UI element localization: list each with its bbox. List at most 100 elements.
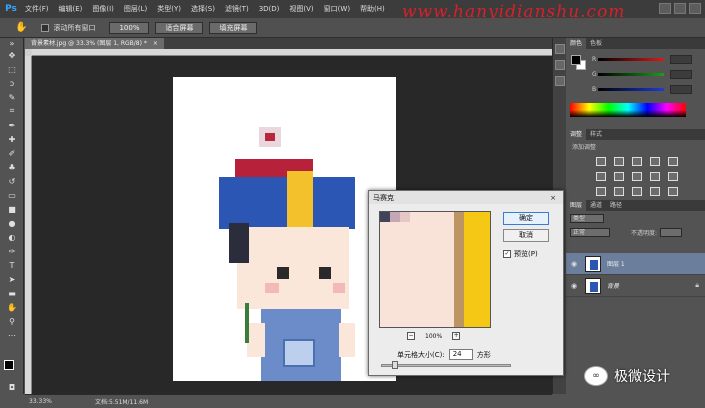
red-value-field[interactable] bbox=[670, 55, 692, 64]
dodge-tool-icon[interactable]: ◐ bbox=[0, 230, 24, 244]
dialog-close-icon[interactable]: × bbox=[547, 193, 559, 203]
zoom-tool-icon[interactable]: ⚲ bbox=[0, 314, 24, 328]
type-tool-icon[interactable]: T bbox=[0, 258, 24, 272]
layer-row[interactable]: ◉ 图层 1 bbox=[566, 253, 705, 275]
menu-3d[interactable]: 3D(D) bbox=[254, 5, 285, 13]
color-swatches[interactable] bbox=[4, 360, 20, 376]
quick-select-tool-icon[interactable]: ✎ bbox=[0, 90, 24, 104]
selective-color-icon[interactable] bbox=[668, 187, 678, 196]
close-window-icon[interactable] bbox=[689, 3, 701, 14]
clone-stamp-tool-icon[interactable]: ♣ bbox=[0, 160, 24, 174]
menu-image[interactable]: 图像(I) bbox=[87, 4, 119, 14]
brightness-icon[interactable] bbox=[596, 157, 606, 166]
mosaic-preview[interactable] bbox=[379, 211, 491, 328]
gradient-tool-icon[interactable]: ■ bbox=[0, 202, 24, 216]
tab-color[interactable]: 颜色 bbox=[566, 38, 587, 49]
document-tab-close-icon[interactable]: × bbox=[153, 40, 158, 47]
zoom-in-button[interactable]: + bbox=[452, 332, 461, 340]
gradient-map-icon[interactable] bbox=[650, 187, 660, 196]
menu-type[interactable]: 类型(Y) bbox=[152, 4, 186, 14]
properties-panel-icon[interactable] bbox=[555, 76, 565, 86]
color-balance-icon[interactable] bbox=[614, 172, 624, 181]
blend-mode-select[interactable]: 正常 bbox=[570, 227, 610, 237]
layer-row[interactable]: ◉ 背景 🔒︎ bbox=[566, 275, 705, 297]
pen-tool-icon[interactable]: ✑ bbox=[0, 244, 24, 258]
opacity-field[interactable] bbox=[660, 227, 683, 237]
layer-kind-filter[interactable]: 类型 bbox=[570, 213, 604, 223]
history-panel-icon[interactable] bbox=[555, 44, 565, 54]
more-tools-icon[interactable]: ⋯ bbox=[0, 328, 24, 342]
healing-brush-tool-icon[interactable]: ✚ bbox=[0, 132, 24, 146]
shape-tool-icon[interactable]: ▬ bbox=[0, 286, 24, 300]
tab-swatches[interactable]: 色板 bbox=[586, 38, 606, 49]
eye-icon[interactable]: ◉ bbox=[571, 260, 581, 268]
hand-icon[interactable]: ✋ bbox=[0, 300, 24, 314]
vibrance-icon[interactable] bbox=[668, 157, 678, 166]
blue-slider-row[interactable]: B bbox=[592, 85, 692, 94]
channel-mixer-icon[interactable] bbox=[668, 172, 678, 181]
document-image[interactable] bbox=[173, 77, 396, 381]
curves-icon[interactable] bbox=[632, 157, 642, 166]
cell-size-slider-thumb[interactable] bbox=[392, 361, 398, 369]
menu-filter[interactable]: 滤镜(T) bbox=[220, 4, 254, 14]
crop-tool-icon[interactable]: ⌗ bbox=[0, 104, 24, 118]
color-spectrum[interactable] bbox=[570, 103, 686, 117]
quick-mask-icon[interactable]: ◘ bbox=[0, 380, 24, 394]
menu-select[interactable]: 选择(S) bbox=[186, 4, 220, 14]
exposure-icon[interactable] bbox=[650, 157, 660, 166]
hue-saturation-icon[interactable] bbox=[596, 172, 606, 181]
levels-icon[interactable] bbox=[614, 157, 624, 166]
lasso-tool-icon[interactable]: ↄ bbox=[0, 76, 24, 90]
green-value-field[interactable] bbox=[670, 70, 692, 79]
fill-screen-button[interactable]: 填充屏幕 bbox=[209, 21, 258, 34]
black-white-icon[interactable] bbox=[632, 172, 642, 181]
move-tool-icon[interactable]: ✥ bbox=[0, 48, 24, 62]
cancel-button[interactable]: 取消 bbox=[503, 229, 549, 242]
document-tab[interactable]: 背景素材.jpg @ 33.3% (图层 1, RGB/8) * × bbox=[25, 38, 164, 49]
menu-layer[interactable]: 图层(L) bbox=[119, 4, 152, 14]
menu-view[interactable]: 视图(V) bbox=[284, 4, 318, 14]
fit-screen-button[interactable]: 适合屏幕 bbox=[155, 21, 204, 34]
brush-tool-icon[interactable]: ✐ bbox=[0, 146, 24, 160]
menu-edit[interactable]: 编辑(E) bbox=[54, 4, 88, 14]
dialog-titlebar[interactable]: 马赛克 × bbox=[369, 191, 563, 204]
blue-value-field[interactable] bbox=[670, 85, 692, 94]
blur-tool-icon[interactable]: ● bbox=[0, 216, 24, 230]
green-slider-track[interactable] bbox=[598, 73, 664, 76]
color-panel-foreground-swatch[interactable] bbox=[571, 55, 581, 65]
tab-adjustments[interactable]: 调整 bbox=[566, 129, 587, 140]
minimize-icon[interactable] bbox=[659, 3, 671, 14]
info-panel-icon[interactable] bbox=[555, 60, 565, 70]
ok-button[interactable]: 确定 bbox=[503, 212, 549, 225]
menu-file[interactable]: 文件(F) bbox=[20, 4, 54, 14]
zoom-100-button[interactable]: 100% bbox=[109, 21, 150, 34]
eyedropper-tool-icon[interactable]: ✒ bbox=[0, 118, 24, 132]
photo-filter-icon[interactable] bbox=[650, 172, 660, 181]
hand-tool-icon[interactable]: ✋ bbox=[15, 22, 27, 33]
invert-icon[interactable] bbox=[596, 187, 606, 196]
zoom-out-button[interactable]: − bbox=[407, 332, 415, 340]
maximize-icon[interactable] bbox=[674, 3, 686, 14]
path-select-tool-icon[interactable]: ➤ bbox=[0, 272, 24, 286]
menu-window[interactable]: 窗口(W) bbox=[319, 4, 355, 14]
green-slider-row[interactable]: G bbox=[592, 70, 692, 79]
tab-paths[interactable]: 路径 bbox=[606, 200, 626, 211]
tab-layers[interactable]: 图层 bbox=[566, 200, 587, 211]
blue-slider-track[interactable] bbox=[598, 88, 664, 91]
foreground-color-swatch[interactable] bbox=[4, 360, 14, 370]
cell-size-slider[interactable] bbox=[381, 361, 511, 369]
menu-help[interactable]: 帮助(H) bbox=[355, 4, 390, 14]
tools-collapse-icon[interactable]: » bbox=[0, 38, 24, 48]
cell-size-input[interactable]: 24 bbox=[448, 349, 473, 360]
marquee-tool-icon[interactable]: ⬚ bbox=[0, 62, 24, 76]
eraser-tool-icon[interactable]: ▭ bbox=[0, 188, 24, 202]
eye-icon[interactable]: ◉ bbox=[571, 282, 581, 290]
history-brush-tool-icon[interactable]: ↺ bbox=[0, 174, 24, 188]
tab-styles[interactable]: 样式 bbox=[586, 129, 606, 140]
red-slider-track[interactable] bbox=[598, 58, 664, 61]
preview-checkbox[interactable]: ✓ bbox=[503, 250, 511, 258]
tab-channels[interactable]: 通道 bbox=[586, 200, 606, 211]
red-slider-row[interactable]: R bbox=[592, 55, 692, 64]
threshold-icon[interactable] bbox=[632, 187, 642, 196]
scroll-all-windows-checkbox[interactable] bbox=[41, 23, 50, 32]
